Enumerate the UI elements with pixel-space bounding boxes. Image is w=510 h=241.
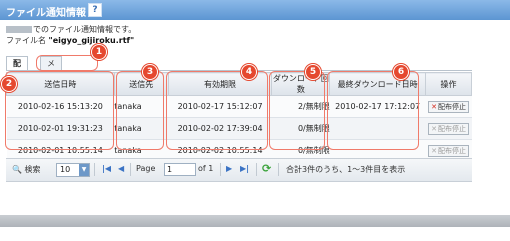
cell-actions: ✕配布停止 xyxy=(425,95,472,118)
refresh-icon[interactable]: ⟳ xyxy=(262,162,271,175)
callout-number-3: 3 xyxy=(142,64,158,80)
callout-number-5: 5 xyxy=(305,64,321,80)
callout-box-recipient-column xyxy=(116,71,164,150)
search-label: 検索 xyxy=(24,165,41,174)
stop-icon: ✕ xyxy=(431,102,437,111)
toolbar-separator xyxy=(130,163,131,176)
stop-distribution-button: ✕配布停止 xyxy=(428,144,469,157)
bottom-scrollbar[interactable] xyxy=(0,215,510,227)
prev-page-icon[interactable]: ◀ xyxy=(118,164,124,173)
file-name-line: ファイル名 "eigyo_gijiroku.rtf" xyxy=(6,35,134,46)
callout-number-1: 1 xyxy=(91,44,107,60)
search-button[interactable]: 🔍 検索 xyxy=(12,164,41,175)
stop-distribution-label: 配布停止 xyxy=(437,146,466,155)
toolbar-separator xyxy=(278,163,279,176)
callout-box-last-download-column xyxy=(327,71,419,150)
chevron-down-icon: ▼ xyxy=(79,164,89,176)
pager-toolbar: 🔍 検索 10 ▼ |◀ ◀ Page 1 of 1 ▶ ▶| ⟳ 合計3件のう… xyxy=(6,158,472,182)
file-name-label: ファイル名 xyxy=(6,36,46,45)
cell-actions: ✕配布停止 xyxy=(425,117,472,140)
info-message: でのファイル通知情報です。 xyxy=(6,24,136,35)
panel-title: ファイル通知情報 xyxy=(6,8,86,19)
panel-title-bar: ファイル通知情報 ? xyxy=(0,0,510,20)
stop-distribution-label: 配布停止 xyxy=(437,124,466,133)
info-message-text: でのファイル通知情報です。 xyxy=(33,25,137,34)
header-actions: 操作 xyxy=(425,72,472,96)
first-page-icon[interactable]: |◀ xyxy=(102,164,111,173)
page-number-input[interactable]: 1 xyxy=(164,163,196,176)
last-page-icon[interactable]: ▶| xyxy=(240,164,249,173)
page-size-select[interactable]: 10 ▼ xyxy=(56,163,90,177)
callout-box-download-column xyxy=(269,71,325,150)
callout-box-mailer-tab xyxy=(36,55,98,71)
callout-number-2: 2 xyxy=(1,76,17,92)
page-label: Page xyxy=(136,164,156,173)
tab-distribute[interactable]: 配布 xyxy=(6,56,28,81)
callout-number-6: 6 xyxy=(393,64,409,80)
stop-icon: ✕ xyxy=(431,124,437,133)
stop-distribution-button[interactable]: ✕配布停止 xyxy=(428,100,469,113)
help-icon[interactable]: ? xyxy=(88,3,102,17)
page-size-value: 10 xyxy=(60,165,71,174)
toolbar-separator xyxy=(256,163,257,176)
pager-summary: 合計3件のうち、1〜3件目を表示 xyxy=(286,165,406,174)
stop-distribution-button: ✕配布停止 xyxy=(428,122,469,135)
redacted-user xyxy=(6,26,32,33)
page-of-label: of 1 xyxy=(198,164,214,173)
file-name-value: "eigyo_gijiroku.rtf" xyxy=(48,36,135,45)
toolbar-separator xyxy=(94,163,95,176)
callout-box-sent-column xyxy=(5,71,114,150)
next-page-icon[interactable]: ▶ xyxy=(226,164,232,173)
stop-icon: ✕ xyxy=(431,146,437,155)
callout-box-expiry-column xyxy=(166,71,268,150)
toolbar-separator xyxy=(220,163,221,176)
callout-number-4: 4 xyxy=(241,64,257,80)
search-icon: 🔍 xyxy=(12,165,22,174)
stop-distribution-label: 配布停止 xyxy=(437,102,466,111)
